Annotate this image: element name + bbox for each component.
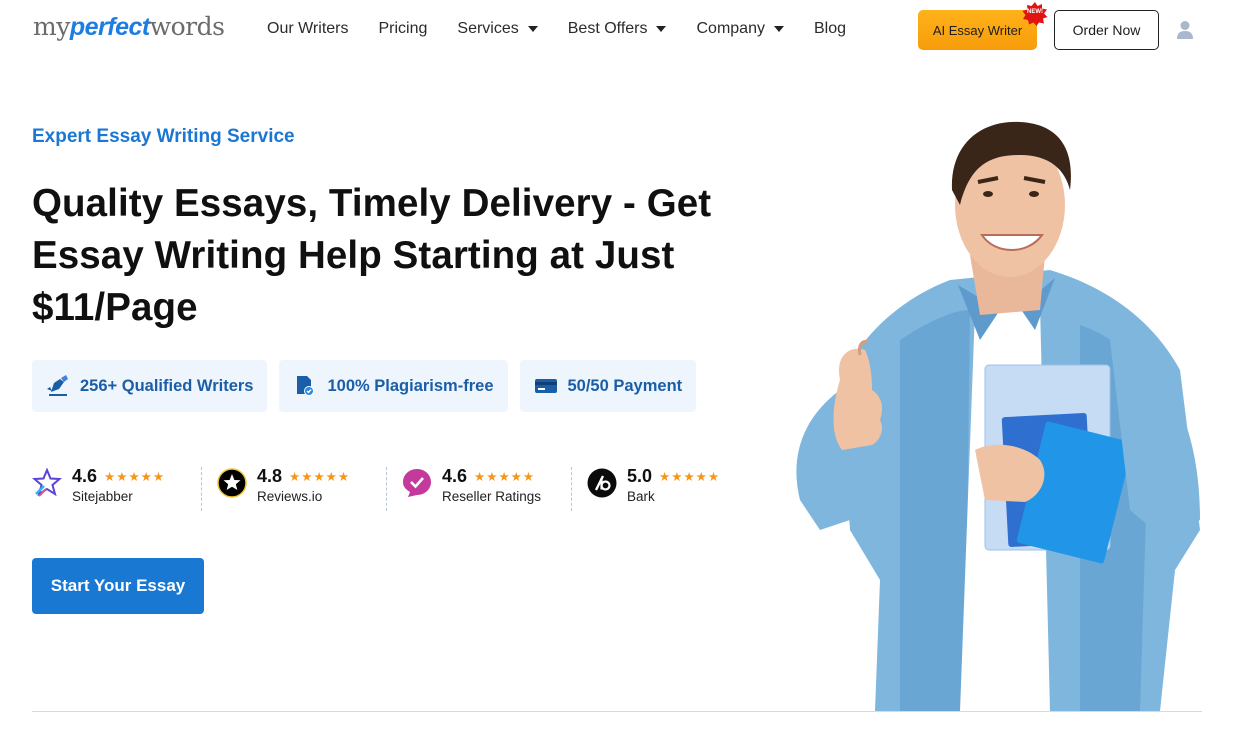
site-header: myperfectwords Our Writers Pricing Servi… [0, 0, 1234, 60]
logo-part-perfect: perfect [69, 13, 150, 41]
smiling-student-image [796, 121, 1200, 711]
order-now-button[interactable]: Order Now [1054, 10, 1159, 50]
nav-company[interactable]: Company [696, 18, 784, 40]
rating-top: 4.6 ★★★★★ [72, 466, 165, 487]
nav-label: Best Offers [567, 20, 648, 37]
feature-label: 50/50 Payment [567, 376, 683, 395]
hero-headline: Quality Essays, Timely Delivery - Get Es… [32, 182, 712, 329]
rating-score: 4.6 [72, 466, 98, 486]
rating-score: 4.8 [257, 466, 283, 486]
brand-logo[interactable]: myperfectwords [33, 12, 225, 42]
nav-label: Services [457, 20, 519, 37]
start-essay-label: Start Your Essay [50, 576, 186, 595]
feature-label: 100% Plagiarism-free [327, 376, 494, 395]
chevron-down-icon [656, 26, 667, 32]
rating-score: 4.6 [442, 466, 468, 486]
rating-divider [386, 467, 387, 511]
rating-reseller-ratings[interactable]: 4.6 ★★★★★ Reseller Ratings [402, 466, 587, 511]
logo-part-my: my [33, 12, 70, 41]
reviewsio-icon [217, 468, 247, 498]
rating-stars: ★★★★★ [289, 470, 351, 484]
rating-divider [571, 467, 572, 511]
resellerratings-icon [403, 469, 431, 497]
start-essay-button[interactable]: Start Your Essay [32, 558, 204, 614]
feature-payment: 50/50 Payment [519, 360, 697, 412]
feature-label: 256+ Qualified Writers [80, 376, 254, 395]
bark-icon [587, 468, 617, 498]
feature-qualified-writers: 256+ Qualified Writers [32, 360, 268, 412]
new-badge-label: NEW! [1027, 9, 1043, 15]
nav-label: Pricing [378, 20, 428, 37]
rating-source: Reviews.io [257, 489, 323, 504]
main-nav: Our Writers Pricing Services Best Offers… [267, 18, 876, 40]
rating-top: 4.8 ★★★★★ [257, 466, 350, 487]
feature-plagiarism-free: 100% Plagiarism-free [279, 360, 508, 412]
order-now-label: Order Now [1072, 22, 1141, 38]
rating-top: 5.0 ★★★★★ [627, 466, 720, 487]
user-icon[interactable] [1176, 20, 1194, 40]
nav-best-offers[interactable]: Best Offers [568, 18, 667, 40]
rating-bark[interactable]: 5.0 ★★★★★ Bark [587, 466, 772, 504]
nav-blog[interactable]: Blog [814, 18, 846, 40]
rating-source: Reseller Ratings [442, 489, 542, 504]
rating-text: 4.8 ★★★★★ Reviews.io [257, 466, 350, 504]
chevron-down-icon [527, 26, 538, 32]
ratings-row: 4.6 ★★★★★ Sitejabber 4.8 ★★★★★ Reviews.i… [32, 466, 772, 511]
rating-divider [201, 467, 202, 511]
rating-stars: ★★★★★ [104, 470, 166, 484]
nav-our-writers[interactable]: Our Writers [267, 18, 348, 40]
document-check-icon [293, 375, 317, 397]
rating-text: 4.6 ★★★★★ Reseller Ratings [442, 466, 541, 504]
rating-text: 4.6 ★★★★★ Sitejabber [72, 466, 165, 504]
section-divider [32, 711, 1202, 712]
writer-icon [46, 375, 70, 397]
ai-essay-writer-label: AI Essay Writer [932, 22, 1023, 38]
rating-top: 4.6 ★★★★★ [442, 466, 541, 487]
rating-reviewsio[interactable]: 4.8 ★★★★★ Reviews.io [217, 466, 402, 511]
user-avatar-icon [1177, 21, 1193, 39]
nav-label: Company [696, 20, 765, 37]
rating-sitejabber[interactable]: 4.6 ★★★★★ Sitejabber [32, 466, 217, 511]
rating-stars: ★★★★★ [659, 470, 721, 484]
sitejabber-icon [32, 468, 62, 497]
rating-score: 5.0 [627, 466, 653, 486]
logo-part-words: words [149, 12, 225, 41]
feature-list: 256+ Qualified Writers 100% Plagiarism-f… [32, 360, 708, 412]
rating-source: Sitejabber [72, 489, 133, 504]
rating-stars: ★★★★★ [474, 470, 536, 484]
chevron-down-icon [773, 26, 784, 32]
nav-label: Blog [813, 20, 846, 37]
nav-pricing[interactable]: Pricing [378, 18, 427, 40]
rating-text: 5.0 ★★★★★ Bark [627, 466, 720, 504]
credit-card-icon [534, 375, 558, 397]
ai-essay-writer-button[interactable]: AI Essay Writer [918, 10, 1037, 50]
hero-eyebrow: Expert Essay Writing Service [32, 126, 295, 147]
nav-label: Our Writers [267, 20, 349, 37]
rating-source: Bark [627, 489, 655, 504]
nav-services[interactable]: Services [457, 18, 538, 40]
new-badge: NEW! [1022, 2, 1048, 26]
